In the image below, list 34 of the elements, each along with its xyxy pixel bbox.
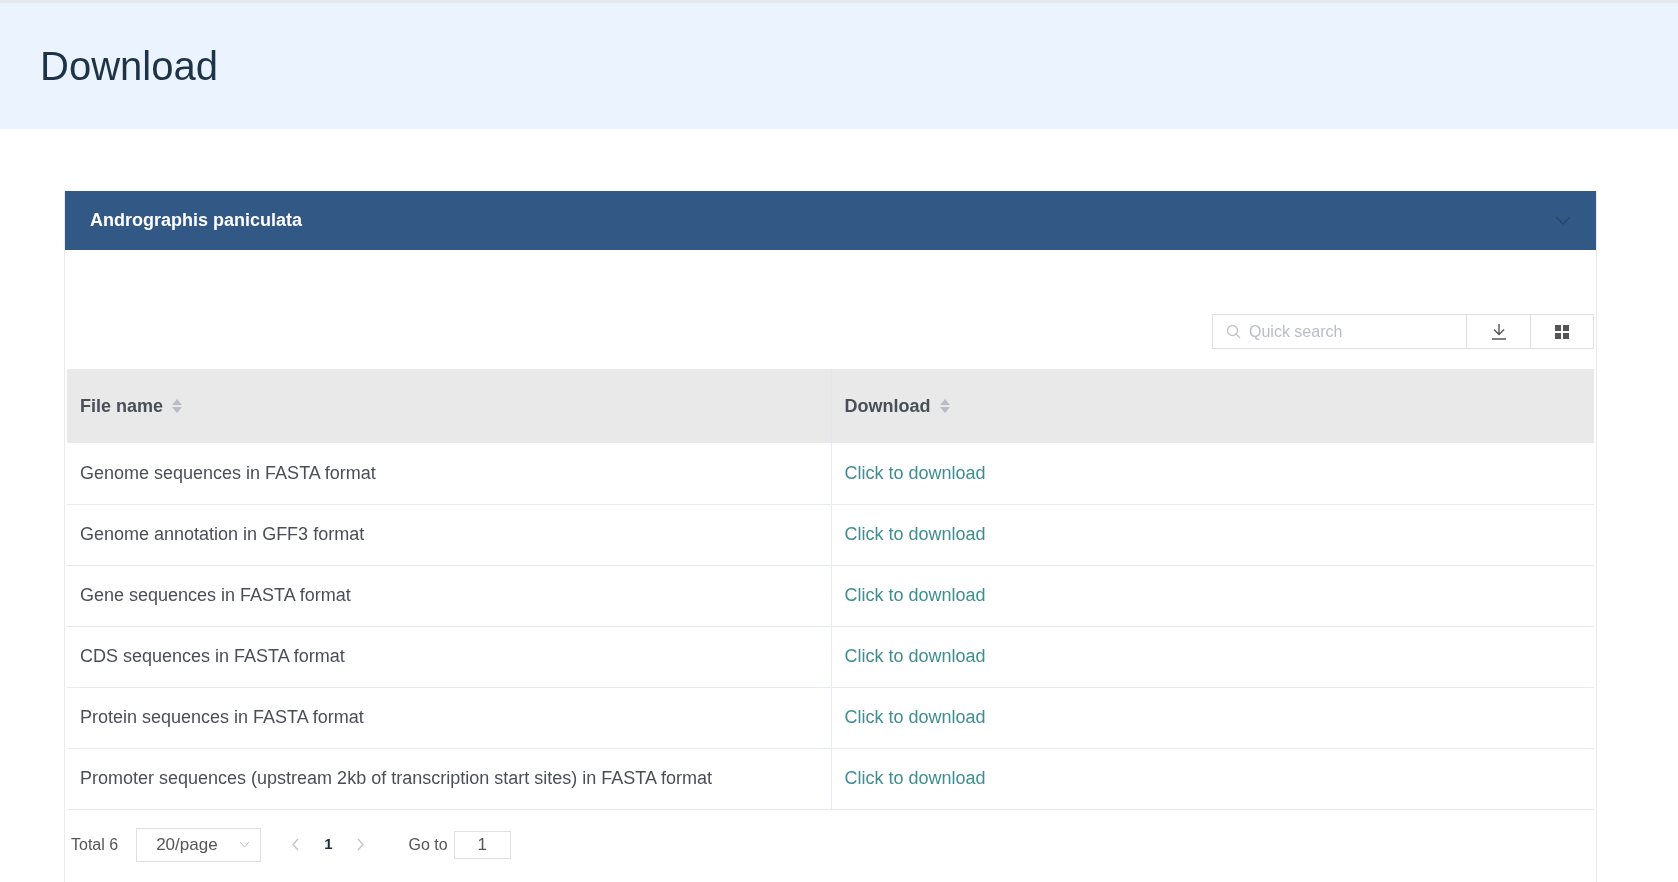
table-cell: CDS sequences in FASTA format (67, 626, 831, 687)
caret-icon (239, 841, 251, 848)
next-page-icon[interactable] (357, 838, 366, 851)
table-cell: Gene sequences in FASTA format (67, 565, 831, 626)
total-count: Total 6 (71, 834, 119, 855)
sort-icon[interactable] (171, 398, 184, 414)
table-cell: Genome annotation in GFF3 format (67, 504, 831, 565)
table-cell: Protein sequences in FASTA format (67, 687, 831, 748)
download-link[interactable]: Click to download (844, 707, 986, 727)
download-link[interactable]: Click to download (844, 462, 986, 483)
search-box[interactable]: Quick search (1212, 314, 1467, 349)
download-link[interactable]: Click to download (844, 646, 986, 666)
column-header[interactable]: File name (67, 369, 831, 443)
grid-icon (1555, 324, 1569, 339)
download-button[interactable] (1467, 314, 1531, 349)
panel-title: Andrographis paniculata (90, 209, 303, 232)
chevron-icon[interactable] (1555, 215, 1571, 226)
download-icon (1490, 323, 1507, 340)
page-size-select[interactable]: 20/page (136, 827, 262, 862)
table-cell: Promoter sequences (upstream 2kb of transcription start sites) in FASTA format (67, 748, 831, 809)
panel-header[interactable]: Andrographis paniculata (65, 191, 1596, 250)
search-input[interactable]: Quick search (1249, 319, 1449, 344)
sort-icon[interactable] (938, 398, 951, 414)
download-link[interactable]: Click to download (844, 524, 986, 544)
grid-view-button[interactable] (1531, 314, 1594, 349)
page-title: Download (40, 46, 218, 86)
goto-field[interactable]: 1 (453, 830, 511, 859)
search-icon (1226, 324, 1241, 339)
download-link[interactable]: Click to download (844, 768, 986, 788)
previous-page-icon[interactable] (291, 838, 300, 851)
download-link[interactable]: Click to download (844, 585, 986, 605)
goto-label: Go to (408, 834, 448, 855)
page-number[interactable]: 1 (324, 833, 333, 856)
table-cell: Genome sequences in FASTA format (67, 443, 831, 504)
